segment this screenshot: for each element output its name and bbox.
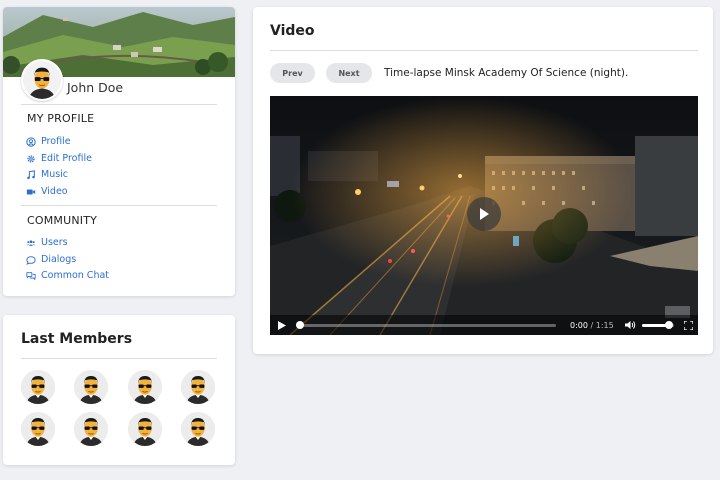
nav-item-label: Edit Profile	[41, 153, 92, 164]
fullscreen-icon	[683, 320, 693, 330]
time-display: 0:00 / 1:15	[570, 321, 614, 330]
duration: / 1:15	[590, 320, 614, 330]
mute-button[interactable]	[624, 320, 639, 330]
next-button[interactable]: Next	[326, 63, 372, 83]
member-avatar[interactable]	[74, 370, 108, 404]
volume-icon	[624, 321, 635, 329]
section-title-community: COMMUNITY	[27, 214, 98, 227]
nav-item-music[interactable]: Music	[26, 169, 68, 180]
fullscreen-button[interactable]	[683, 320, 693, 330]
divider	[21, 205, 217, 206]
current-time: 0:00	[570, 320, 588, 330]
nav-item-label: Dialogs	[41, 254, 77, 265]
member-avatar[interactable]	[181, 370, 215, 404]
user-circle-icon	[26, 136, 36, 147]
user-name[interactable]: John Doe	[67, 80, 123, 95]
video-player[interactable]: 0:00 / 1:15	[270, 96, 698, 335]
nav-item-video[interactable]: Video	[26, 186, 68, 197]
avatar[interactable]	[21, 59, 63, 101]
video-caption: Time-lapse Minsk Academy Of Science (nig…	[384, 67, 629, 79]
member-avatar[interactable]	[181, 412, 215, 446]
nav-item-label: Music	[41, 169, 69, 180]
seek-bar[interactable]	[296, 321, 556, 329]
video-camera-icon	[26, 189, 36, 194]
nav-item-profile[interactable]: Profile	[26, 136, 71, 147]
profile-card: John Doe MY PROFILE Profile Edit Profile…	[3, 7, 235, 296]
play-icon	[278, 320, 286, 330]
play-icon	[480, 208, 489, 220]
prev-button[interactable]: Prev	[270, 63, 315, 83]
last-members-title: Last Members	[21, 331, 133, 347]
big-play-button[interactable]	[467, 197, 501, 231]
volume-handle[interactable]	[664, 321, 673, 329]
seek-handle[interactable]	[296, 321, 304, 329]
users-icon	[26, 239, 36, 246]
member-avatar[interactable]	[21, 412, 55, 446]
member-avatar[interactable]	[128, 370, 162, 404]
divider	[21, 358, 217, 359]
divider	[270, 50, 698, 51]
chat-bubbles-icon	[26, 271, 36, 280]
nav-item-edit-profile[interactable]: Edit Profile	[26, 153, 92, 164]
member-avatar[interactable]	[21, 370, 55, 404]
nav-item-users[interactable]: Users	[26, 237, 68, 248]
gear-icon	[27, 154, 35, 163]
nav-item-dialogs[interactable]: Dialogs	[26, 254, 76, 265]
volume-slider[interactable]	[641, 321, 674, 329]
divider	[21, 104, 217, 105]
nav-item-common-chat[interactable]: Common Chat	[26, 270, 109, 281]
play-button[interactable]	[270, 320, 294, 330]
section-title-my-profile: MY PROFILE	[27, 112, 95, 125]
nav-item-label: Users	[41, 237, 68, 248]
member-avatar[interactable]	[74, 412, 108, 446]
page-title: Video	[270, 23, 315, 39]
last-members-card: Last Members	[3, 315, 235, 465]
nav-item-label: Common Chat	[41, 270, 110, 281]
video-controls: 0:00 / 1:15	[270, 315, 698, 335]
nav-item-label: Profile	[41, 136, 71, 147]
nav-item-label: Video	[41, 186, 68, 197]
music-note-icon	[27, 169, 35, 179]
video-card: Video Prev Next Time-lapse Minsk Academy…	[253, 7, 713, 354]
speech-bubble-icon	[26, 255, 36, 265]
member-avatar[interactable]	[128, 412, 162, 446]
